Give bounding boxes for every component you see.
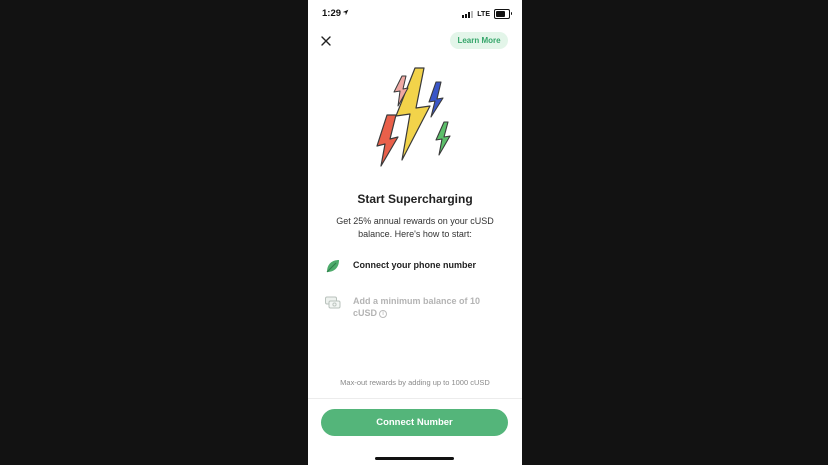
- signal-bars-icon: [462, 10, 474, 18]
- step-add-balance: Add a minimum balance of 10 cUSD i: [324, 293, 510, 321]
- step-label: Connect your phone number: [353, 260, 477, 270]
- home-indicator[interactable]: [375, 457, 454, 460]
- rewards-note: Max-out rewards by adding up to 1000 cUS…: [340, 378, 490, 387]
- connect-number-button[interactable]: Connect Number: [321, 409, 508, 436]
- lightning-bolts-icon: [376, 67, 451, 167]
- step-connect-phone: Connect your phone number: [324, 257, 510, 275]
- close-button[interactable]: [318, 33, 334, 49]
- network-type: LTE: [477, 10, 490, 18]
- location-arrow-icon: [342, 9, 349, 16]
- battery-icon: [494, 9, 512, 19]
- divider: [308, 398, 522, 399]
- status-time: 1:29: [322, 8, 342, 19]
- phone-screen: 1:29 LTE Learn More Start Supercharging …: [308, 0, 522, 465]
- cash-stack-icon: [325, 296, 341, 309]
- status-bar: 1:29 LTE: [308, 0, 522, 28]
- status-indicators: LTE: [462, 9, 512, 19]
- page-title: Start Supercharging: [357, 192, 473, 206]
- step-label: Add a minimum balance of 10 cUSD i: [353, 296, 481, 318]
- page-subtitle: Get 25% annual rewards on your cUSD bala…: [336, 216, 494, 239]
- close-icon: [321, 36, 331, 46]
- info-icon[interactable]: i: [379, 310, 388, 318]
- leaf-icon: [326, 260, 339, 273]
- learn-more-button[interactable]: Learn More: [450, 32, 508, 49]
